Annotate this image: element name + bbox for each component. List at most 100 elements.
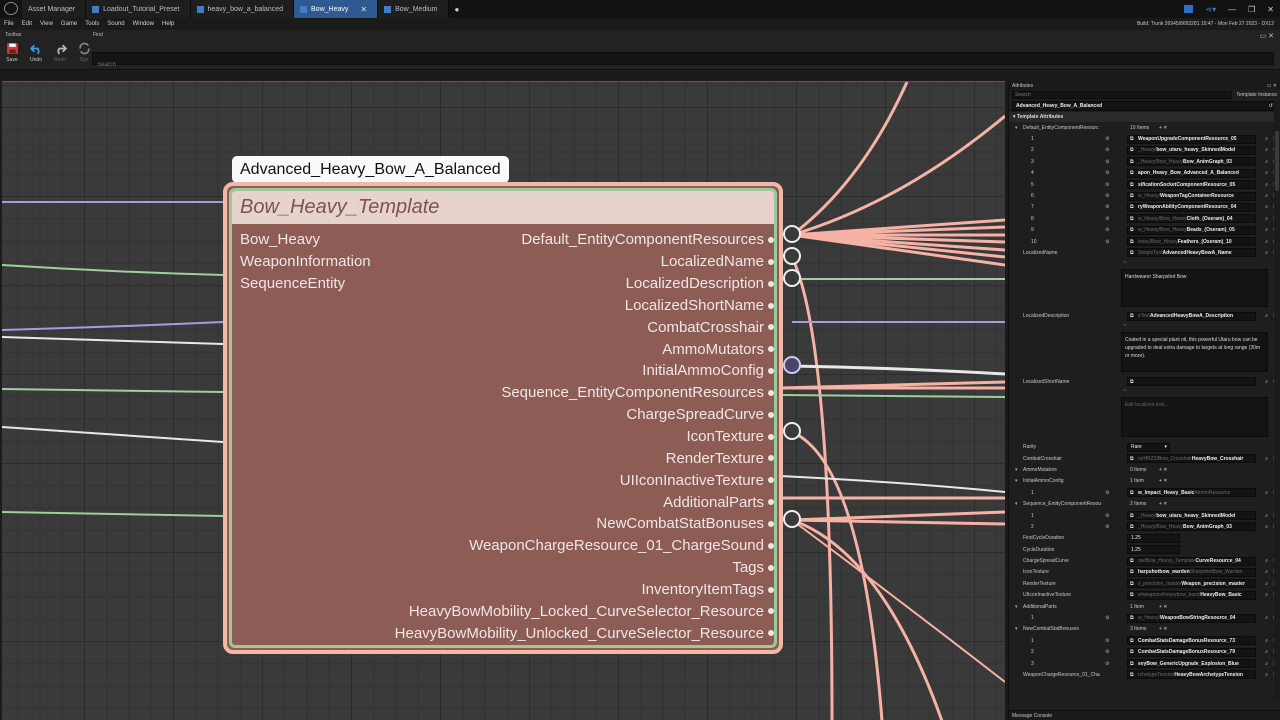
gear-icon[interactable]: ⚙ [1105,170,1109,176]
pin-dot-icon[interactable] [768,433,774,440]
search-icon[interactable]: ⌕ [1265,513,1268,519]
menu-sound[interactable]: Sound [103,21,128,27]
reference-field[interactable]: ⧉ rchetypeTension HeavyBowArchetypeTensio… [1127,670,1256,680]
search-icon[interactable]: ⌕ [1265,672,1268,678]
list-item[interactable]: 1⚙⧉ CombatStatsDamageBonusResource_73⌕✕ [1009,635,1280,646]
reference-field[interactable]: ⧉ _Heavy/bow_utaru_heavy_SkinnedModel [1127,511,1256,520]
message-console-tab[interactable]: Message Console [1009,710,1280,720]
search-icon[interactable]: ⌕ [1265,136,1268,142]
menu-file[interactable]: File [0,21,18,27]
reference-field[interactable]: ⧉ s/weapons/heavybow_basic HeavyBow_Basic [1127,590,1256,600]
localized-name-field[interactable]: LocalizedName ⧉ SimpleText AdvancedHeavyBo… [1009,247,1280,258]
reference-field[interactable]: ⧉ w_Heavy/WeaponBowStringResource_04 [1127,613,1256,623]
list-item[interactable]: 9⚙⧉ w_Heavy/Bow_HeavyBeads_(Oseram)_05⌕✕ [1009,225,1280,236]
object-name-field[interactable]: Advanced_Heavy_Bow_A_Balanced ↺ [1012,101,1277,111]
output-pin[interactable]: LocalizedShortName [395,295,774,317]
expand-chevron-icon[interactable]: ⌵ [1123,322,1280,330]
search-icon[interactable]: ⌕ [1265,182,1268,188]
connection-handle[interactable] [783,225,801,243]
search-icon[interactable]: ⌕ [1265,490,1268,496]
list-item[interactable]: 6⚙⧉ w_Heavy/WeaponTagContainerResource⌕✕ [1009,190,1280,201]
scrollbar[interactable] [1274,101,1280,701]
gear-icon[interactable]: ⚙ [1105,204,1109,210]
list-item[interactable]: 2⚙⧉ _Heavy/Bow_HeavyBow_AnimGraph_03⌕✕ [1009,521,1280,532]
undo-button[interactable]: Undo [28,42,44,63]
search-icon[interactable]: ⌕ [1265,159,1268,165]
localized-name-text[interactable]: Hardwearer Sharpshot Bow [1121,268,1268,307]
gear-icon[interactable]: ⚙ [1105,615,1109,621]
tab-bow-medium[interactable]: Bow_Medium [378,0,449,18]
output-pin[interactable]: RenderTexture [395,447,774,469]
add-remove-icon[interactable]: + ✕ [1159,478,1168,484]
node-title[interactable]: Bow_Heavy_Template [232,191,774,224]
pin-dot-icon[interactable] [768,411,774,418]
ui-icon-inactive-texture-field[interactable]: UIIconInactiveTexture ⧉ s/weapons/heavybo… [1009,590,1280,601]
reference-field[interactable]: ⧉ w_Heavy/WeaponTagContainerResource [1127,191,1256,201]
list-item[interactable]: 1 ⚙ ⧉ _Heavy/bow_utaru_heavy_SkinnedModel ⌕… [1009,510,1280,521]
add-remove-icon[interactable]: + ✕ [1159,626,1168,632]
output-pin[interactable]: LocalizedName [395,251,774,273]
output-pin[interactable]: Sequence_EntityComponentResources [395,382,774,404]
reference-field[interactable]: ⧉ CombatStatsDamageBonusResource_79 [1127,647,1256,657]
list-item[interactable]: 10 ⚙ ⧉ leavy/Bow_Heavy Feathers_(Oseram)_10… [1009,236,1280,247]
pin-dot-icon[interactable] [768,258,774,265]
input-pin[interactable]: WeaponInformation [232,251,371,273]
search-icon[interactable]: ⌕ [1265,170,1268,176]
tab-asset-manager[interactable]: Asset Manager [22,0,87,18]
input-pin[interactable]: Bow_Heavy [232,229,371,251]
pin-dot-icon[interactable] [768,586,774,593]
search-icon[interactable]: ⌕ [1265,313,1268,319]
gear-icon[interactable]: ⚙ [1105,136,1109,142]
output-pin[interactable]: HeavyBowMobility_Locked_CurveSelector_Re… [395,600,774,622]
sync-button[interactable]: Syn [76,42,92,63]
gear-icon[interactable]: ⚙ [1105,524,1109,530]
reference-field[interactable]: ⧉ ow/Bow_Heavy_Template CurveResource_04 [1127,556,1256,566]
pin-dot-icon[interactable] [768,542,774,549]
new-combat-stat-bonuses-list[interactable]: ▾ NewCombatStatBonuses 3 Items + ✕ [1009,624,1280,635]
collapse-arrow-icon[interactable]: ▾ [1015,125,1018,131]
reference-field[interactable]: ⧉ eText AdvancedHeavyBowA_Description [1127,311,1256,321]
search-icon[interactable]: ⌕ [1265,581,1268,587]
output-pin[interactable]: ChargeSpreadCurve [395,404,774,426]
pin-dot-icon[interactable] [768,520,774,527]
reference-field[interactable]: ⧉ ryWeaponAbilityComponentResource_04 [1127,202,1256,212]
localized-short-name-text[interactable]: Edit localized text... [1121,397,1268,438]
maximize-icon[interactable]: ❐ [1248,5,1255,14]
close-tab-icon[interactable]: ✕ [360,5,367,14]
connection-handle[interactable] [783,422,801,440]
output-pin[interactable]: LocalizedDescription [395,273,774,295]
localized-description-text[interactable]: Coated in a special plant oil, this powe… [1121,332,1268,373]
panel-options-icon[interactable]: ▭ ✕ [1267,83,1280,89]
tab-bow-heavy[interactable]: Bow_Heavy ✕ [294,0,379,18]
search-icon[interactable]: ⌕ [1265,379,1268,385]
minimize-icon[interactable]: — [1228,5,1236,14]
add-remove-icon[interactable]: + ✕ [1159,125,1168,131]
collapse-arrow-icon[interactable]: ▾ [1015,501,1018,507]
share-icon[interactable]: ⋖▾ [1205,5,1216,14]
search-icon[interactable]: ⌕ [1265,204,1268,210]
first-cycle-duration-field[interactable]: FirstCycleDuration 1.25 [1009,533,1280,544]
search-icon[interactable]: ⌕ [1265,227,1268,233]
list-item[interactable]: 4⚙⧉ apon_Heavy_Bow_Advanced_A_Balanced⌕✕ [1009,168,1280,179]
list-item[interactable]: 1⚙⧉ w_Heavy/WeaponBowStringResource_04⌕✕ [1009,612,1280,623]
search-icon[interactable]: ⌕ [1265,615,1268,621]
connection-handle[interactable] [783,247,801,265]
reference-field[interactable]: ⧉ sificationSocketComponentResource_05 [1127,180,1256,190]
scrollbar-thumb[interactable] [1275,131,1279,191]
reference-field[interactable]: ⧉ rs/HRZ2/Bow_Crosshair HeavyBow_Crosshai… [1127,454,1256,464]
output-pin[interactable]: HeavyBowMobility_Unlocked_CurveSelector_… [395,622,774,644]
reference-field[interactable]: ⧉ apon_Heavy_Bow_Advanced_A_Balanced [1127,168,1256,178]
gear-icon[interactable]: ⚙ [1105,513,1109,519]
list-item[interactable]: 5 ⚙ ⧉ sificationSocketComponentResource_05… [1009,179,1280,190]
reference-field[interactable]: ⧉ _Heavy/Bow_Heavy Bow_AnimGraph_03 [1127,157,1256,167]
reference-field[interactable]: ⧉ WeaponUpgradeComponentResource_05 [1127,134,1256,144]
pin-dot-icon[interactable] [768,237,774,243]
rarity-select[interactable]: Rare ▾ [1127,442,1170,452]
default-ecr-list[interactable]: ▾ Default_EntityComponentResourc 10 Items +… [1009,122,1280,133]
icon-texture-field[interactable]: IconTexture ⧉ harpshotbow_warden Sharpshot… [1009,567,1280,578]
collapse-arrow-icon[interactable]: ▾ [1015,467,1018,473]
additional-parts-list[interactable]: ▾ AdditionalParts 1 Item + ✕ [1009,601,1280,612]
search-icon[interactable]: ⌕ [1265,216,1268,222]
list-item[interactable]: 3 ⚙ ⧉ svyBow_GenericUpgrade_Explosion_Blue… [1009,658,1280,669]
chat-icon[interactable] [1184,5,1194,13]
